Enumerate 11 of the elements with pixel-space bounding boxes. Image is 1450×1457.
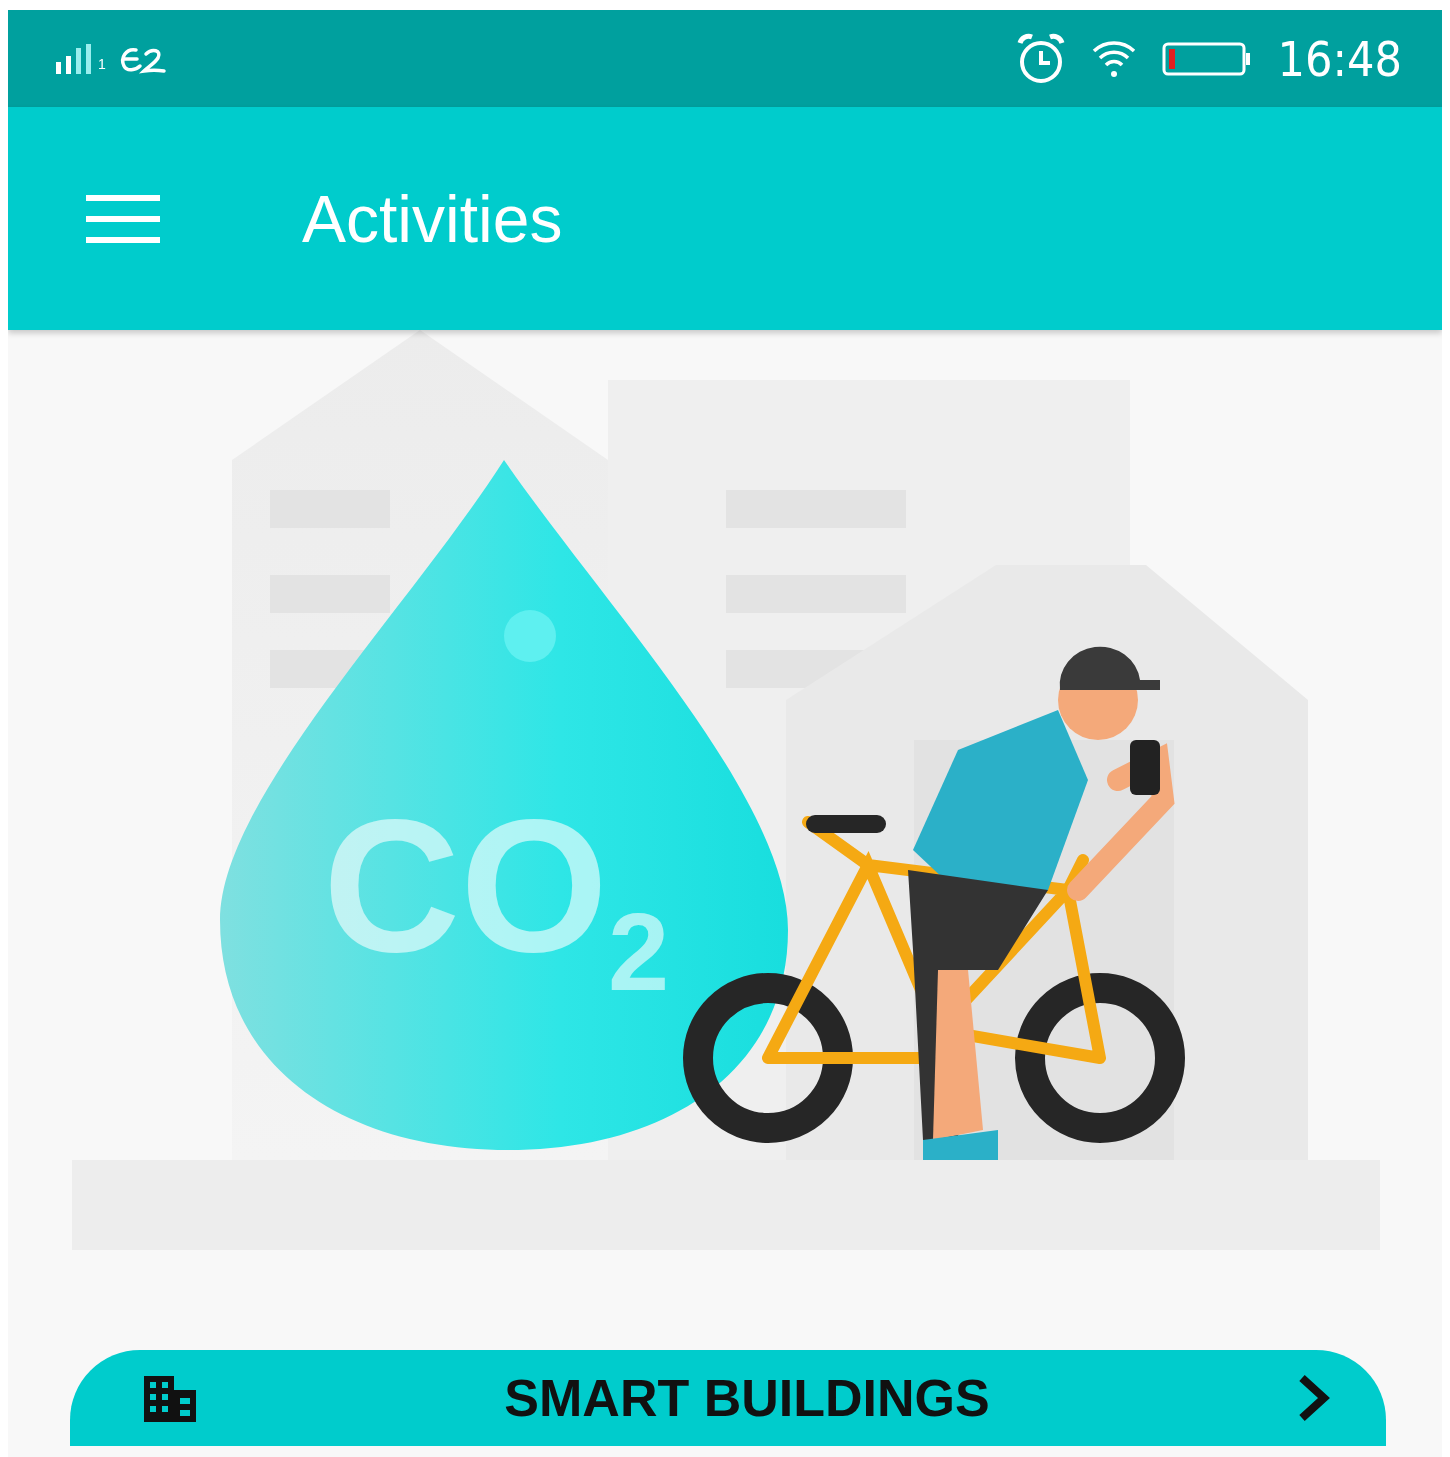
clock-time: 16:48 xyxy=(1277,30,1402,87)
screen-title: Activities xyxy=(302,180,563,257)
smart-buildings-button[interactable]: SMART BUILDINGS xyxy=(70,1350,1386,1446)
building-icon xyxy=(142,1374,198,1422)
alarm-clock-icon xyxy=(1015,32,1066,85)
sim-number: 1 xyxy=(98,55,106,72)
illustration-text: CO$_{2}$ xyxy=(323,790,670,1007)
wifi-icon xyxy=(1091,38,1136,79)
menu-icon xyxy=(86,192,160,245)
battery-icon xyxy=(1161,41,1252,76)
signal-icon xyxy=(54,43,94,74)
